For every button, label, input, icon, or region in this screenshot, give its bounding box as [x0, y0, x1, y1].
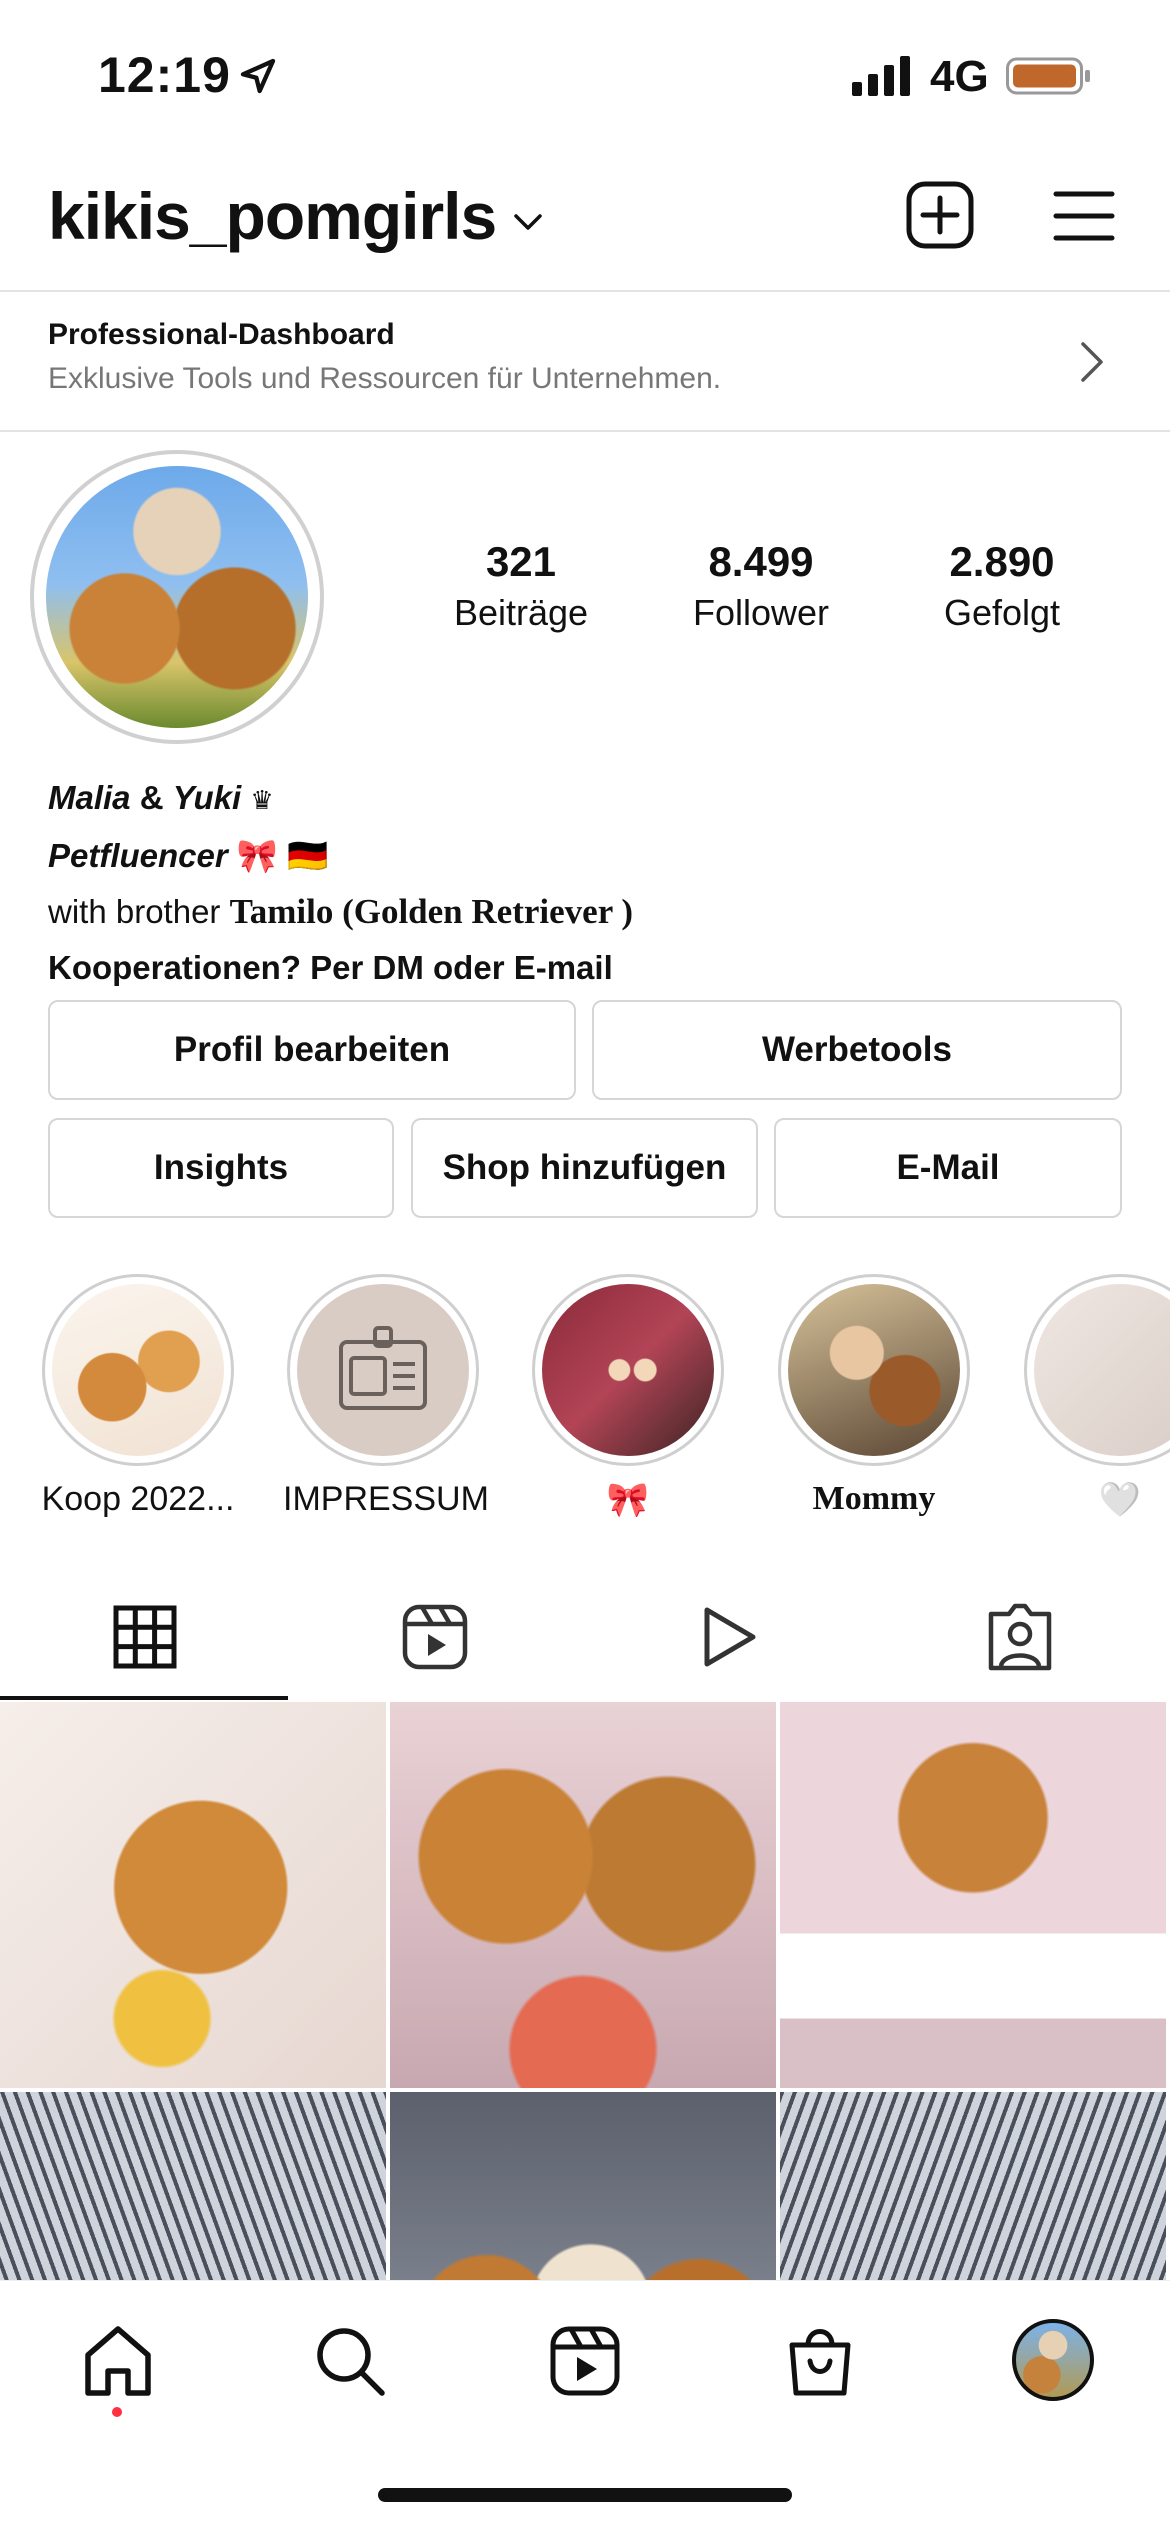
stat-value: 2.890	[949, 538, 1055, 585]
home-indicator	[378, 2488, 792, 2502]
chevron-down-icon[interactable]	[512, 210, 544, 234]
hamburger-menu-icon[interactable]	[1053, 188, 1115, 244]
reels-icon[interactable]	[545, 2321, 625, 2401]
highlight-label: Koop 2022...	[41, 1480, 235, 1518]
highlight-koop[interactable]: Koop 2022...	[38, 1274, 238, 1519]
highlight-cover	[52, 1284, 224, 1456]
highlight-ring	[42, 1274, 234, 1466]
grid-icon[interactable]	[110, 1602, 180, 1672]
profile-header: kikis_pomgirls	[0, 170, 1170, 290]
post-thumbnail[interactable]	[780, 1702, 1166, 2088]
bio-line-role: Petfluencer 🎀 🇩🇪	[48, 828, 1128, 884]
add-shop-button[interactable]: Shop hinzufügen	[411, 1118, 758, 1218]
bio-name: Yuki	[172, 779, 242, 816]
stat-value: 8.499	[708, 538, 814, 585]
bio-line-brother: with brother Tamilo (Golden Retriever )	[48, 884, 1128, 940]
active-tab-indicator	[0, 1696, 288, 1700]
post-thumbnail[interactable]	[0, 1702, 386, 2088]
highlight-cover	[542, 1284, 714, 1456]
highlight-cover	[297, 1284, 469, 1456]
profile-tab-avatar[interactable]	[1012, 2319, 1094, 2401]
account-switcher[interactable]: kikis_pomgirls	[48, 178, 497, 254]
chevron-right-icon	[1081, 342, 1103, 382]
location-arrow-icon	[240, 58, 276, 94]
posts-grid	[0, 1702, 1170, 2282]
stat-label: Follower	[692, 592, 830, 633]
battery-icon	[1006, 57, 1090, 95]
highlight-cover	[1034, 1284, 1170, 1456]
stat-label: Gefolgt	[943, 592, 1061, 633]
notification-dot	[112, 2407, 122, 2417]
plus-square-icon[interactable]	[905, 180, 975, 250]
reels-icon[interactable]	[400, 1602, 470, 1672]
stat-following[interactable]: 2.890 Gefolgt	[882, 538, 1122, 634]
network-type: 4G	[930, 52, 989, 101]
post-thumbnail[interactable]	[390, 1702, 776, 2088]
highlight-label: Mommy	[812, 1480, 936, 1517]
highlight-label: 🎀	[606, 1481, 650, 1519]
bio-role: Petfluencer	[48, 837, 228, 874]
highlight-label: 🤍	[1098, 1481, 1142, 1519]
insights-button[interactable]: Insights	[48, 1118, 394, 1218]
post-thumbnail[interactable]	[780, 2092, 1166, 2282]
stat-followers[interactable]: 8.499 Follower	[641, 538, 881, 634]
bio-text: with brother	[48, 893, 230, 930]
crown-icon: ♛	[250, 785, 274, 815]
bio-line-contact: Kooperationen? Per DM oder E-mail	[48, 949, 613, 986]
status-bar: 12:19 4G	[0, 0, 1170, 150]
shopping-bag-icon[interactable]	[780, 2321, 860, 2401]
play-icon[interactable]	[693, 1602, 763, 1672]
post-thumbnail[interactable]	[390, 2092, 776, 2282]
stat-posts[interactable]: 321 Beiträge	[401, 538, 641, 634]
tagged-person-icon[interactable]	[985, 1602, 1055, 1672]
highlight-label: IMPRESSUM	[283, 1480, 489, 1518]
highlight-impressum[interactable]: IMPRESSUM	[283, 1274, 489, 1519]
bio-name: Malia	[48, 779, 131, 816]
dashboard-title: Professional-Dashboard	[48, 318, 395, 351]
highlight-ring	[778, 1274, 970, 1466]
status-time: 12:19	[98, 47, 231, 103]
profile-bio: Malia & Yuki ♛ Petfluencer 🎀 🇩🇪 with bro…	[48, 770, 1128, 996]
bio-emoji: 🎀 🇩🇪	[236, 837, 329, 874]
highlight-ring	[1024, 1274, 1170, 1466]
highlight-ring	[532, 1274, 724, 1466]
professional-dashboard-link[interactable]: Professional-Dashboard Exklusive Tools u…	[0, 290, 1170, 432]
stat-label: Beiträge	[453, 592, 589, 633]
highlight-bow[interactable]: 🎀	[528, 1274, 728, 1520]
bio-ampersand: &	[130, 779, 173, 816]
bio-line-names: Malia & Yuki ♛	[48, 770, 1128, 828]
profile-avatar[interactable]	[46, 466, 308, 728]
dashboard-subtitle: Exklusive Tools und Ressourcen für Unter…	[48, 362, 722, 395]
highlight-ring	[287, 1274, 479, 1466]
post-thumbnail[interactable]	[0, 2092, 386, 2282]
search-icon[interactable]	[310, 2321, 390, 2401]
highlight-cover	[788, 1284, 960, 1456]
content-tabs	[0, 1580, 1170, 1700]
ad-tools-button[interactable]: Werbetools	[592, 1000, 1122, 1100]
edit-profile-button[interactable]: Profil bearbeiten	[48, 1000, 576, 1100]
highlight-heart[interactable]: 🤍	[1020, 1274, 1170, 1520]
stat-value: 321	[485, 538, 557, 585]
id-badge-icon	[339, 1326, 427, 1410]
signal-bars-icon	[852, 56, 910, 96]
home-icon[interactable]	[78, 2321, 158, 2401]
highlight-mommy[interactable]: Mommy	[774, 1274, 974, 1518]
bio-brother-name: Tamilo (Golden Retriever )	[229, 892, 633, 931]
email-button[interactable]: E-Mail	[774, 1118, 1122, 1218]
